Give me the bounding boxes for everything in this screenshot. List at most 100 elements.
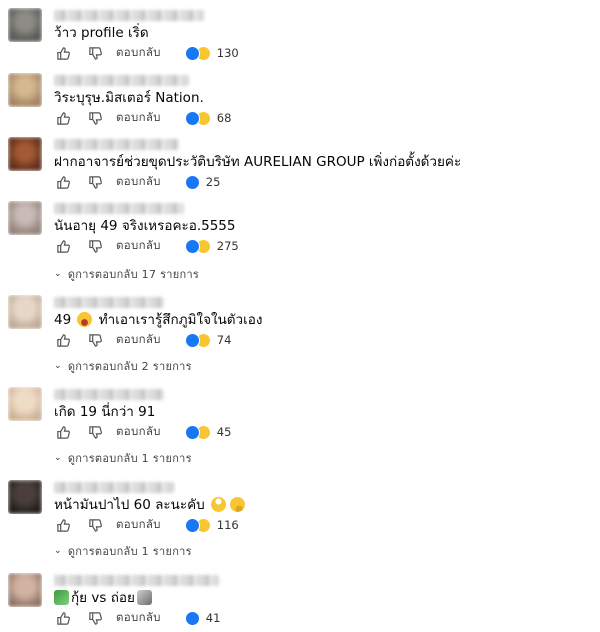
view-replies-link[interactable]: ⌄ ดูการตอบกลับ 17 รายการ (54, 265, 199, 283)
reply-count: 2 (141, 359, 149, 373)
comment-actions: ตอบกลับ 275 (54, 237, 239, 255)
dislike-icon[interactable] (86, 609, 104, 627)
commenter-name-blurred[interactable] (54, 139, 179, 150)
reply-button[interactable]: ตอบกลับ (116, 609, 161, 627)
reply-count: 17 (141, 267, 157, 281)
dislike-icon[interactable] (86, 516, 104, 534)
comment-text: วิระบุรุษ.มิสเตอร์ Nation. (54, 90, 204, 106)
reply-button[interactable]: ตอบกลับ (116, 44, 161, 62)
rolling-eyes-emoji-icon (211, 497, 227, 512)
comment-text-end: ทำเอาเรารู้สึกภูมิใจในตัวเอง (98, 312, 263, 328)
comment-text: ว้าว profile เริ่ด (54, 25, 149, 41)
reaction-summary[interactable]: 130 (184, 45, 239, 61)
like-reaction-icon (184, 45, 200, 61)
avatar[interactable] (8, 480, 42, 514)
dislike-icon[interactable] (86, 44, 104, 62)
comment-text-start: หน้ามันปาไป 60 ละนะคับ (54, 497, 205, 513)
comment-text: นันอายุ 49 จริงเหรอคะอ.5555 (54, 218, 236, 234)
view-replies-prefix: ดูการตอบกลับ (67, 268, 138, 281)
like-reaction-icon (184, 238, 200, 254)
like-reaction-icon (184, 517, 200, 533)
comment-text: เกิด 19 นี่กว่า 91 (54, 404, 156, 420)
reply-count: 1 (141, 451, 149, 465)
avatar[interactable] (8, 73, 42, 107)
comment-actions: ตอบกลับ 68 (54, 109, 231, 127)
commenter-name-blurred[interactable] (54, 10, 204, 21)
like-reaction-icon (184, 424, 200, 440)
reply-button[interactable]: ตอบกลับ (116, 423, 161, 441)
dislike-icon[interactable] (86, 109, 104, 127)
comment-actions: ตอบกลับ 41 (54, 609, 220, 627)
avatar[interactable] (8, 201, 42, 235)
sheep-emoji-icon (136, 590, 152, 605)
reaction-summary[interactable]: 116 (184, 517, 239, 533)
commenter-name-blurred[interactable] (54, 75, 189, 86)
commenter-name-blurred[interactable] (54, 389, 164, 400)
view-replies-link[interactable]: ⌄ ดูการตอบกลับ 2 รายการ (54, 357, 192, 375)
avatar[interactable] (8, 387, 42, 421)
like-icon[interactable] (54, 609, 72, 627)
avatar[interactable] (8, 137, 42, 171)
chevron-down-icon: ⌄ (54, 361, 62, 371)
like-icon[interactable] (54, 516, 72, 534)
reaction-count: 45 (216, 425, 232, 439)
dislike-icon[interactable] (86, 173, 104, 191)
reaction-count: 116 (216, 518, 239, 532)
view-replies-suffix: รายการ (152, 452, 192, 465)
avatar[interactable] (8, 573, 42, 607)
reply-button[interactable]: ตอบกลับ (116, 516, 161, 534)
reaction-summary[interactable]: 41 (184, 610, 221, 626)
like-icon[interactable] (54, 109, 72, 127)
comment-actions: ตอบกลับ 25 (54, 173, 220, 191)
like-reaction-icon (184, 332, 200, 348)
chevron-down-icon: ⌄ (54, 269, 62, 279)
reaction-summary[interactable]: 68 (184, 110, 231, 126)
view-replies-suffix: รายการ (152, 360, 192, 373)
like-icon[interactable] (54, 423, 72, 441)
like-reaction-icon (184, 174, 200, 190)
thinking-emoji-icon (230, 497, 246, 512)
laughing-emoji-icon (77, 312, 93, 327)
avatar[interactable] (8, 8, 42, 42)
reaction-count: 74 (216, 333, 232, 347)
dislike-icon[interactable] (86, 237, 104, 255)
comment-text: หน้ามันปาไป 60 ละนะคับ (54, 496, 247, 514)
like-icon[interactable] (54, 331, 72, 349)
chevron-down-icon: ⌄ (54, 546, 62, 556)
view-replies-link[interactable]: ⌄ ดูการตอบกลับ 1 รายการ (54, 449, 192, 467)
dislike-icon[interactable] (86, 331, 104, 349)
view-replies-prefix: ดูการตอบกลับ (67, 545, 138, 558)
commenter-name-blurred[interactable] (54, 575, 219, 586)
reaction-count: 130 (216, 46, 239, 60)
commenter-name-blurred[interactable] (54, 297, 164, 308)
reaction-count: 41 (205, 611, 221, 625)
reply-count: 1 (141, 544, 149, 558)
comment-actions: ตอบกลับ 74 (54, 331, 231, 349)
reaction-summary[interactable]: 45 (184, 424, 232, 440)
reaction-count: 275 (216, 239, 239, 253)
chevron-down-icon: ⌄ (54, 453, 62, 463)
commenter-name-blurred[interactable] (54, 482, 174, 493)
comment-text-start: 49 (54, 312, 72, 328)
view-replies-prefix: ดูการตอบกลับ (67, 452, 138, 465)
view-replies-prefix: ดูการตอบกลับ (67, 360, 138, 373)
view-replies-suffix: รายการ (160, 268, 200, 281)
comment-text: ฝากอาจารย์ช่วยขุดประวัติบริษัท AURELIAN … (54, 154, 462, 170)
view-replies-link[interactable]: ⌄ ดูการตอบกลับ 1 รายการ (54, 542, 192, 560)
reaction-summary[interactable]: 74 (184, 332, 232, 348)
reply-button[interactable]: ตอบกลับ (116, 109, 161, 127)
comment-text-main: กุ้ย vs ถ่อย (71, 590, 135, 606)
like-icon[interactable] (54, 173, 72, 191)
like-icon[interactable] (54, 44, 72, 62)
commenter-name-blurred[interactable] (54, 203, 184, 214)
comment-actions: ตอบกลับ 130 (54, 44, 239, 62)
avatar[interactable] (8, 295, 42, 329)
dislike-icon[interactable] (86, 423, 104, 441)
reaction-summary[interactable]: 25 (184, 174, 221, 190)
reaction-summary[interactable]: 275 (184, 238, 239, 254)
reply-button[interactable]: ตอบกลับ (116, 173, 161, 191)
reply-button[interactable]: ตอบกลับ (116, 331, 161, 349)
like-icon[interactable] (54, 237, 72, 255)
reply-button[interactable]: ตอบกลับ (116, 237, 161, 255)
reaction-count: 25 (205, 175, 221, 189)
